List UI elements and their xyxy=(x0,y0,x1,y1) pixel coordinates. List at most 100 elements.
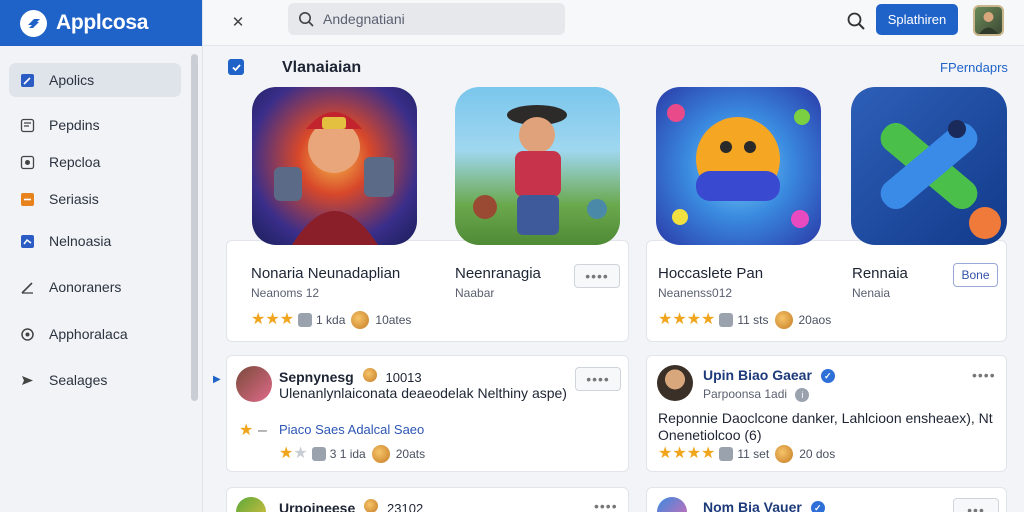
chart-icon xyxy=(19,233,35,249)
developer-card[interactable]: Upin Biao Gaear ✓ Parpoonsa 1adi i •••• … xyxy=(646,355,1007,472)
downloads-count: 20 dos xyxy=(799,447,836,461)
developer-name: Upin Biao Gaear ✓ xyxy=(703,367,835,384)
app-subtitle: Naabar xyxy=(455,286,495,300)
sidebar-item-seriasis[interactable]: Seriasis xyxy=(9,182,181,216)
coin-icon xyxy=(362,368,377,382)
developer-name: Urpoineese 23102 xyxy=(279,499,424,512)
top-bar: ✕ Splathiren xyxy=(203,0,1024,46)
app-name[interactable]: Neenranagia xyxy=(455,265,541,282)
developer-description: Ulenanlynlaiconata deaeodelak Nelthiny a… xyxy=(279,385,567,401)
document-icon xyxy=(19,117,35,133)
developer-rating-row: ★ ★ ★ ★ 11 set 20 dos xyxy=(658,445,835,463)
developer-card[interactable]: Sepnynesg 10013 Ulenanlynlaiconata deaeo… xyxy=(226,355,629,472)
star-icon: ★ xyxy=(251,311,266,328)
sidebar-item-aonoraners[interactable]: Aonoraners xyxy=(9,270,181,304)
app-subtitle: Neanenss012 xyxy=(658,286,733,300)
star-icon: ★ xyxy=(658,445,673,462)
star-icon: ★ xyxy=(658,311,673,328)
rating-count: 3 1 ida xyxy=(329,447,366,461)
star-icon: ★ xyxy=(701,311,716,328)
section-checkbox[interactable] xyxy=(228,59,244,75)
review-icon xyxy=(311,447,326,461)
more-options-button[interactable]: •••• xyxy=(594,498,618,512)
expand-arrow-icon[interactable]: ▶ xyxy=(213,374,221,385)
developer-rating-row: ★ ★ 3 1 ida 20ats xyxy=(279,445,425,463)
user-avatar[interactable] xyxy=(973,5,1004,36)
developer-name: Sepnynesg 10013 xyxy=(279,368,422,385)
brand-logo-icon xyxy=(20,9,47,37)
coin-icon xyxy=(775,445,794,463)
app-subtitle: Nenaia xyxy=(852,286,891,300)
more-options-button[interactable]: ••• xyxy=(953,498,999,512)
sidebar-item-label: Nelnoasia xyxy=(49,233,112,249)
developer-subtitle: Parpoonsa 1adi i xyxy=(703,387,810,402)
sidebar-item-pepdins[interactable]: Pepdins xyxy=(9,108,181,142)
edit-icon xyxy=(19,72,35,88)
dash-icon: – xyxy=(258,422,267,439)
search-input[interactable] xyxy=(323,11,543,27)
review-icon xyxy=(298,313,313,327)
review-icon xyxy=(719,447,734,461)
sidebar-item-repcloa[interactable]: Repcloa xyxy=(9,145,181,179)
app-icon-hero-game[interactable] xyxy=(252,87,417,245)
search-box[interactable] xyxy=(288,3,565,35)
downloads-count: 10ates xyxy=(375,313,412,327)
coin-icon xyxy=(351,311,370,329)
developer-avatar xyxy=(236,497,266,512)
rating-count: 11 set xyxy=(737,447,770,461)
app-subtitle: Neanoms 12 xyxy=(251,286,320,300)
sidebar-item-label: Aonoraners xyxy=(49,279,122,295)
star-icon: ★ xyxy=(293,445,308,462)
search-icon[interactable] xyxy=(845,10,867,32)
sidebar-scrollbar[interactable] xyxy=(191,54,198,401)
developer-link[interactable]: Piaco Saes Adalcal Saeo xyxy=(279,422,424,437)
star-icon: ★ xyxy=(279,445,294,462)
downloads-count: 20aos xyxy=(798,313,832,327)
app-rating-row: ★ ★ ★ ★ 11 sts 20aos xyxy=(658,311,831,329)
developer-name: Nom Bia Vauer ✓ xyxy=(703,499,825,512)
star-icon: ★ xyxy=(686,445,702,462)
star-icon: ★ xyxy=(279,311,295,328)
sidebar-item-nelnoasia[interactable]: Nelnoasia xyxy=(9,224,181,258)
sidebar-item-apphoralaca[interactable]: Apphoralaca xyxy=(9,317,181,351)
search-icon xyxy=(299,11,314,27)
app-window: Applcosa Apolics Pepdins Repcloa Seriasi… xyxy=(0,0,1024,512)
developer-description: Reponnie Daoclcone danker, Lahlcioon ens… xyxy=(658,410,993,443)
developer-avatar xyxy=(657,497,687,512)
sidebar: Applcosa Apolics Pepdins Repcloa Seriasi… xyxy=(0,0,203,512)
sidebar-item-label: Seriasis xyxy=(49,191,99,207)
more-options-button[interactable]: •••• xyxy=(575,367,621,391)
star-icon: ★ xyxy=(686,311,702,328)
rating-count: 11 sts xyxy=(737,313,769,327)
get-button[interactable]: Bone xyxy=(953,263,998,287)
more-options-button[interactable]: •••• xyxy=(574,264,620,288)
app-rating-row: ★ ★ ★ 1 kda 10ates xyxy=(251,311,411,329)
sidebar-item-apolics[interactable]: Apolics xyxy=(9,63,181,97)
verified-icon: ✓ xyxy=(810,501,825,512)
gear-icon xyxy=(19,326,35,342)
tag-icon xyxy=(19,191,35,207)
coin-icon xyxy=(774,311,793,329)
developer-card[interactable]: Nom Bia Vauer ✓ ••• xyxy=(646,487,1007,512)
brand-header[interactable]: Applcosa xyxy=(0,0,202,46)
pen-icon xyxy=(19,279,35,295)
brand-title: Applcosa xyxy=(56,11,149,34)
app-icon-controller-game[interactable] xyxy=(851,87,1007,245)
sidebar-item-sealages[interactable]: Sealages xyxy=(9,363,181,397)
section-title: Vlanaiaian xyxy=(282,59,362,76)
developer-card[interactable]: Urpoineese 23102 •••• xyxy=(226,487,629,512)
app-icon-puzzle-game[interactable] xyxy=(656,87,821,245)
developer-avatar xyxy=(236,366,272,402)
primary-action-button[interactable]: Splathiren xyxy=(876,4,958,35)
app-name[interactable]: Nonaria Neunadaplian xyxy=(251,265,400,282)
coin-icon xyxy=(371,445,390,463)
app-icon-adventure-game[interactable] xyxy=(455,87,620,245)
app-name[interactable]: Rennaia xyxy=(852,265,908,282)
info-icon: i xyxy=(795,387,810,402)
developer-avatar xyxy=(657,365,693,401)
sidebar-item-label: Pepdins xyxy=(49,117,100,133)
section-see-all-link[interactable]: FPerndaprs xyxy=(940,60,1008,75)
close-icon[interactable]: ✕ xyxy=(227,11,249,33)
app-name[interactable]: Hoccaslete Pan xyxy=(658,265,763,282)
more-options-button[interactable]: •••• xyxy=(972,367,996,383)
